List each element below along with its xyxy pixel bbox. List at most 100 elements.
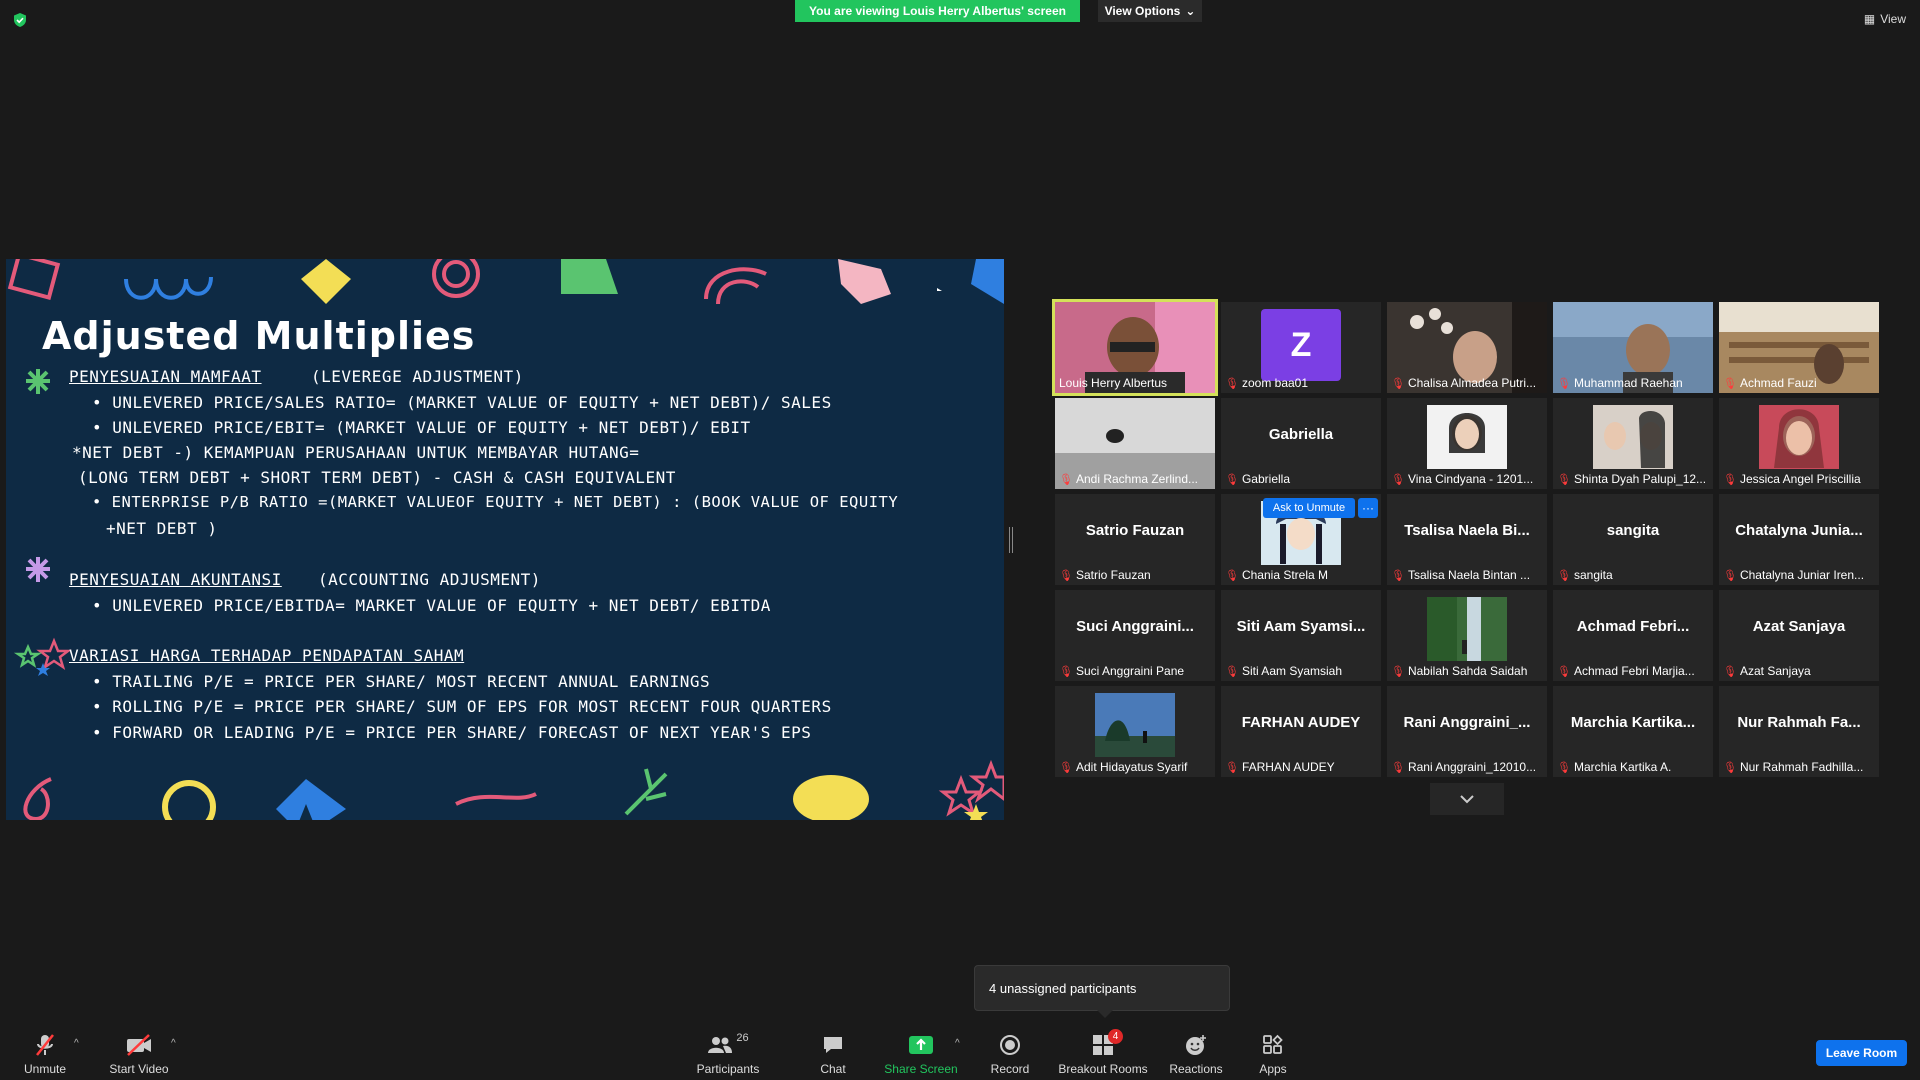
slide-line: (LONG TERM DEBT + SHORT TERM DEBT) - CAS… xyxy=(78,468,676,487)
slide-heading-1-sub: (LEVEREGE ADJUSTMENT) xyxy=(311,367,524,386)
breakout-rooms-label: Breakout Rooms xyxy=(1058,1062,1148,1076)
participant-tile[interactable]: Nur Rahmah Fa... 🎙 Nur Rahmah Fadhilla... xyxy=(1719,686,1879,777)
ask-to-unmute-button[interactable]: Ask to Unmute xyxy=(1263,498,1355,518)
participant-tile[interactable]: 🎙 Vina Cindyana - 1201... xyxy=(1387,398,1547,489)
participant-name: 🎙 sangita xyxy=(1557,568,1613,582)
mic-muted-icon: 🎙 xyxy=(1059,569,1073,582)
unassigned-participants-tooltip: 4 unassigned participants xyxy=(974,965,1230,1018)
participant-tile[interactable]: 🎙 Muhammad Raehan xyxy=(1553,302,1713,393)
video-off-icon xyxy=(127,1034,151,1056)
zoom-meeting-window: You are viewing Louis Herry Albertus' sc… xyxy=(0,0,1920,1080)
participant-display-name: Tsalisa Naela Bi... xyxy=(1404,522,1530,539)
unmute-button[interactable]: Unmute xyxy=(20,1030,70,1076)
chat-button[interactable]: Chat xyxy=(808,1030,858,1076)
slide-heading-1: PENYESUAIAN MAMFAAT xyxy=(69,367,262,386)
reactions-button[interactable]: Reactions xyxy=(1166,1030,1226,1076)
gallery-next-page-button[interactable] xyxy=(1430,783,1504,815)
participant-tile[interactable]: 🎙 Adit Hidayatus Syarif xyxy=(1055,686,1215,777)
participant-display-name: Rani Anggraini_... xyxy=(1403,714,1531,731)
participant-tile[interactable]: Chatalyna Junia... 🎙 Chatalyna Juniar Ire… xyxy=(1719,494,1879,585)
participant-name: 🎙 Jessica Angel Priscillia xyxy=(1723,472,1861,486)
participant-tile[interactable]: Tsalisa Naela Bi... 🎙 Tsalisa Naela Binta… xyxy=(1387,494,1547,585)
mic-muted-icon: 🎙 xyxy=(1557,569,1571,582)
slide-heading-2: PENYESUAIAN AKUNTANSI xyxy=(69,570,282,589)
slide-heading-3: VARIASI HARGA TERHADAP PENDAPATAN SAHAM xyxy=(69,646,465,665)
participants-button[interactable]: 26 Participants xyxy=(692,1030,764,1076)
mic-muted-icon: 🎙 xyxy=(1059,473,1073,486)
participant-tile[interactable]: Marchia Kartika... 🎙 Marchia Kartika A. xyxy=(1553,686,1713,777)
mic-muted-icon: 🎙 xyxy=(1225,473,1239,486)
apps-icon xyxy=(1263,1034,1283,1054)
leave-room-button[interactable]: Leave Room xyxy=(1816,1040,1907,1066)
shared-screen[interactable]: Adjusted Multiplies PENYESUAIAN MAMFAAT … xyxy=(6,259,1004,820)
share-screen-label: Share Screen xyxy=(884,1062,958,1076)
share-screen-button[interactable]: Share Screen xyxy=(884,1030,958,1076)
view-options-label: View Options xyxy=(1104,4,1181,18)
participant-display-name: Suci Anggraini... xyxy=(1076,618,1194,635)
mic-muted-icon xyxy=(36,1034,54,1056)
participant-tile[interactable]: 🎙 Achmad Fauzi xyxy=(1719,302,1879,393)
participant-tile[interactable]: Azat Sanjaya 🎙 Azat Sanjaya xyxy=(1719,590,1879,681)
participant-tile[interactable]: 🎙 Jessica Angel Priscillia xyxy=(1719,398,1879,489)
participant-tile[interactable]: FARHAN AUDEY 🎙 FARHAN AUDEY xyxy=(1221,686,1381,777)
participant-display-name: sangita xyxy=(1606,522,1660,539)
audio-options-caret[interactable]: ^ xyxy=(74,1038,79,1049)
mic-muted-icon: 🎙 xyxy=(1225,665,1239,678)
chevron-down-icon: ⌄ xyxy=(1185,4,1196,18)
slide-line: *NET DEBT -) KEMAMPUAN PERUSAHAAN UNTUK … xyxy=(72,443,640,462)
view-button[interactable]: ▦ View xyxy=(1864,12,1906,26)
participant-display-name: Marchia Kartika... xyxy=(1570,714,1696,731)
mic-muted-icon: 🎙 xyxy=(1723,665,1737,678)
participant-name: 🎙 Siti Aam Syamsiah xyxy=(1225,664,1343,678)
mic-muted-icon: 🎙 xyxy=(1391,569,1405,582)
apps-button[interactable]: Apps xyxy=(1253,1030,1293,1076)
video-options-caret[interactable]: ^ xyxy=(171,1038,176,1049)
participant-tile[interactable]: 🎙 Andi Rachma Zerlind... xyxy=(1055,398,1215,489)
participant-tile[interactable]: Rani Anggraini_... 🎙 Rani Anggraini_12010… xyxy=(1387,686,1547,777)
mic-muted-icon: 🎙 xyxy=(1557,761,1571,774)
participant-tile[interactable]: Achmad Febri... 🎙 Achmad Febri Marjia... xyxy=(1553,590,1713,681)
participant-display-name: Siti Aam Syamsi... xyxy=(1236,618,1366,635)
participant-tile[interactable]: Gabriella 🎙 Gabriella xyxy=(1221,398,1381,489)
panel-splitter-handle[interactable] xyxy=(1009,527,1013,553)
start-video-button[interactable]: Start Video xyxy=(106,1030,172,1076)
mic-muted-icon: 🎙 xyxy=(1723,473,1737,486)
record-button[interactable]: Record xyxy=(985,1030,1035,1076)
participant-display-name: Satrio Fauzan xyxy=(1085,522,1185,539)
shield-icon[interactable] xyxy=(12,12,28,28)
breakout-rooms-button[interactable]: 4 Breakout Rooms xyxy=(1058,1029,1148,1076)
participant-name: 🎙 Rani Anggraini_12010... xyxy=(1391,760,1537,774)
slide-line: • UNLEVERED PRICE/EBITDA= MARKET VALUE O… xyxy=(92,596,771,615)
participant-tile[interactable]: Suci Anggraini... 🎙 Suci Anggraini Pane xyxy=(1055,590,1215,681)
participant-display-name: Gabriella xyxy=(1268,426,1334,443)
mic-muted-icon: 🎙 xyxy=(1391,473,1405,486)
more-options-button[interactable]: ··· xyxy=(1358,498,1378,518)
participant-tile[interactable]: 🎙 Nabilah Sahda Saidah xyxy=(1387,590,1547,681)
participant-name: 🎙 Marchia Kartika A. xyxy=(1557,760,1672,774)
view-options-button[interactable]: View Options ⌄ xyxy=(1098,0,1202,22)
slide-heading-2-sub: (ACCOUNTING ADJUSMENT) xyxy=(318,570,541,589)
share-options-caret[interactable]: ^ xyxy=(955,1038,960,1049)
mic-muted-icon: 🎙 xyxy=(1391,377,1405,390)
participant-tile[interactable]: 🎙 Chalisa Almadea Putri... xyxy=(1387,302,1547,393)
participant-tile[interactable]: sangita 🎙 sangita xyxy=(1553,494,1713,585)
slide-line: • ROLLING P/E = PRICE PER SHARE/ SUM OF … xyxy=(92,697,832,716)
participant-display-name: Achmad Febri... xyxy=(1576,618,1690,635)
participant-tile[interactable]: Siti Aam Syamsi... 🎙 Siti Aam Syamsiah xyxy=(1221,590,1381,681)
participants-count: 26 xyxy=(736,1032,749,1044)
mic-muted-icon: 🎙 xyxy=(1391,665,1405,678)
participant-name: 🎙 Tsalisa Naela Bintan ... xyxy=(1391,568,1531,582)
participant-tile[interactable]: Z 🎙 zoom baa01 xyxy=(1221,302,1381,393)
participant-name: 🎙 Andi Rachma Zerlind... xyxy=(1059,472,1199,486)
breakout-rooms-badge: 4 xyxy=(1108,1029,1123,1044)
participant-tile[interactable]: Louis Herry Albertus xyxy=(1052,299,1218,396)
participant-tile[interactable]: Satrio Fauzan 🎙 Satrio Fauzan xyxy=(1055,494,1215,585)
apps-label: Apps xyxy=(1259,1062,1287,1076)
mic-muted-icon: 🎙 xyxy=(1225,761,1239,774)
slide-line: • TRAILING P/E = PRICE PER SHARE/ MOST R… xyxy=(92,672,711,691)
mic-muted-icon: 🎙 xyxy=(1723,377,1737,390)
mic-muted-icon: 🎙 xyxy=(1059,761,1073,774)
participant-tile[interactable]: 🎙 Shinta Dyah Palupi_12... xyxy=(1553,398,1713,489)
slide-line: • UNLEVERED PRICE/EBIT= (MARKET VALUE OF… xyxy=(92,418,751,437)
reactions-icon xyxy=(1186,1035,1206,1055)
